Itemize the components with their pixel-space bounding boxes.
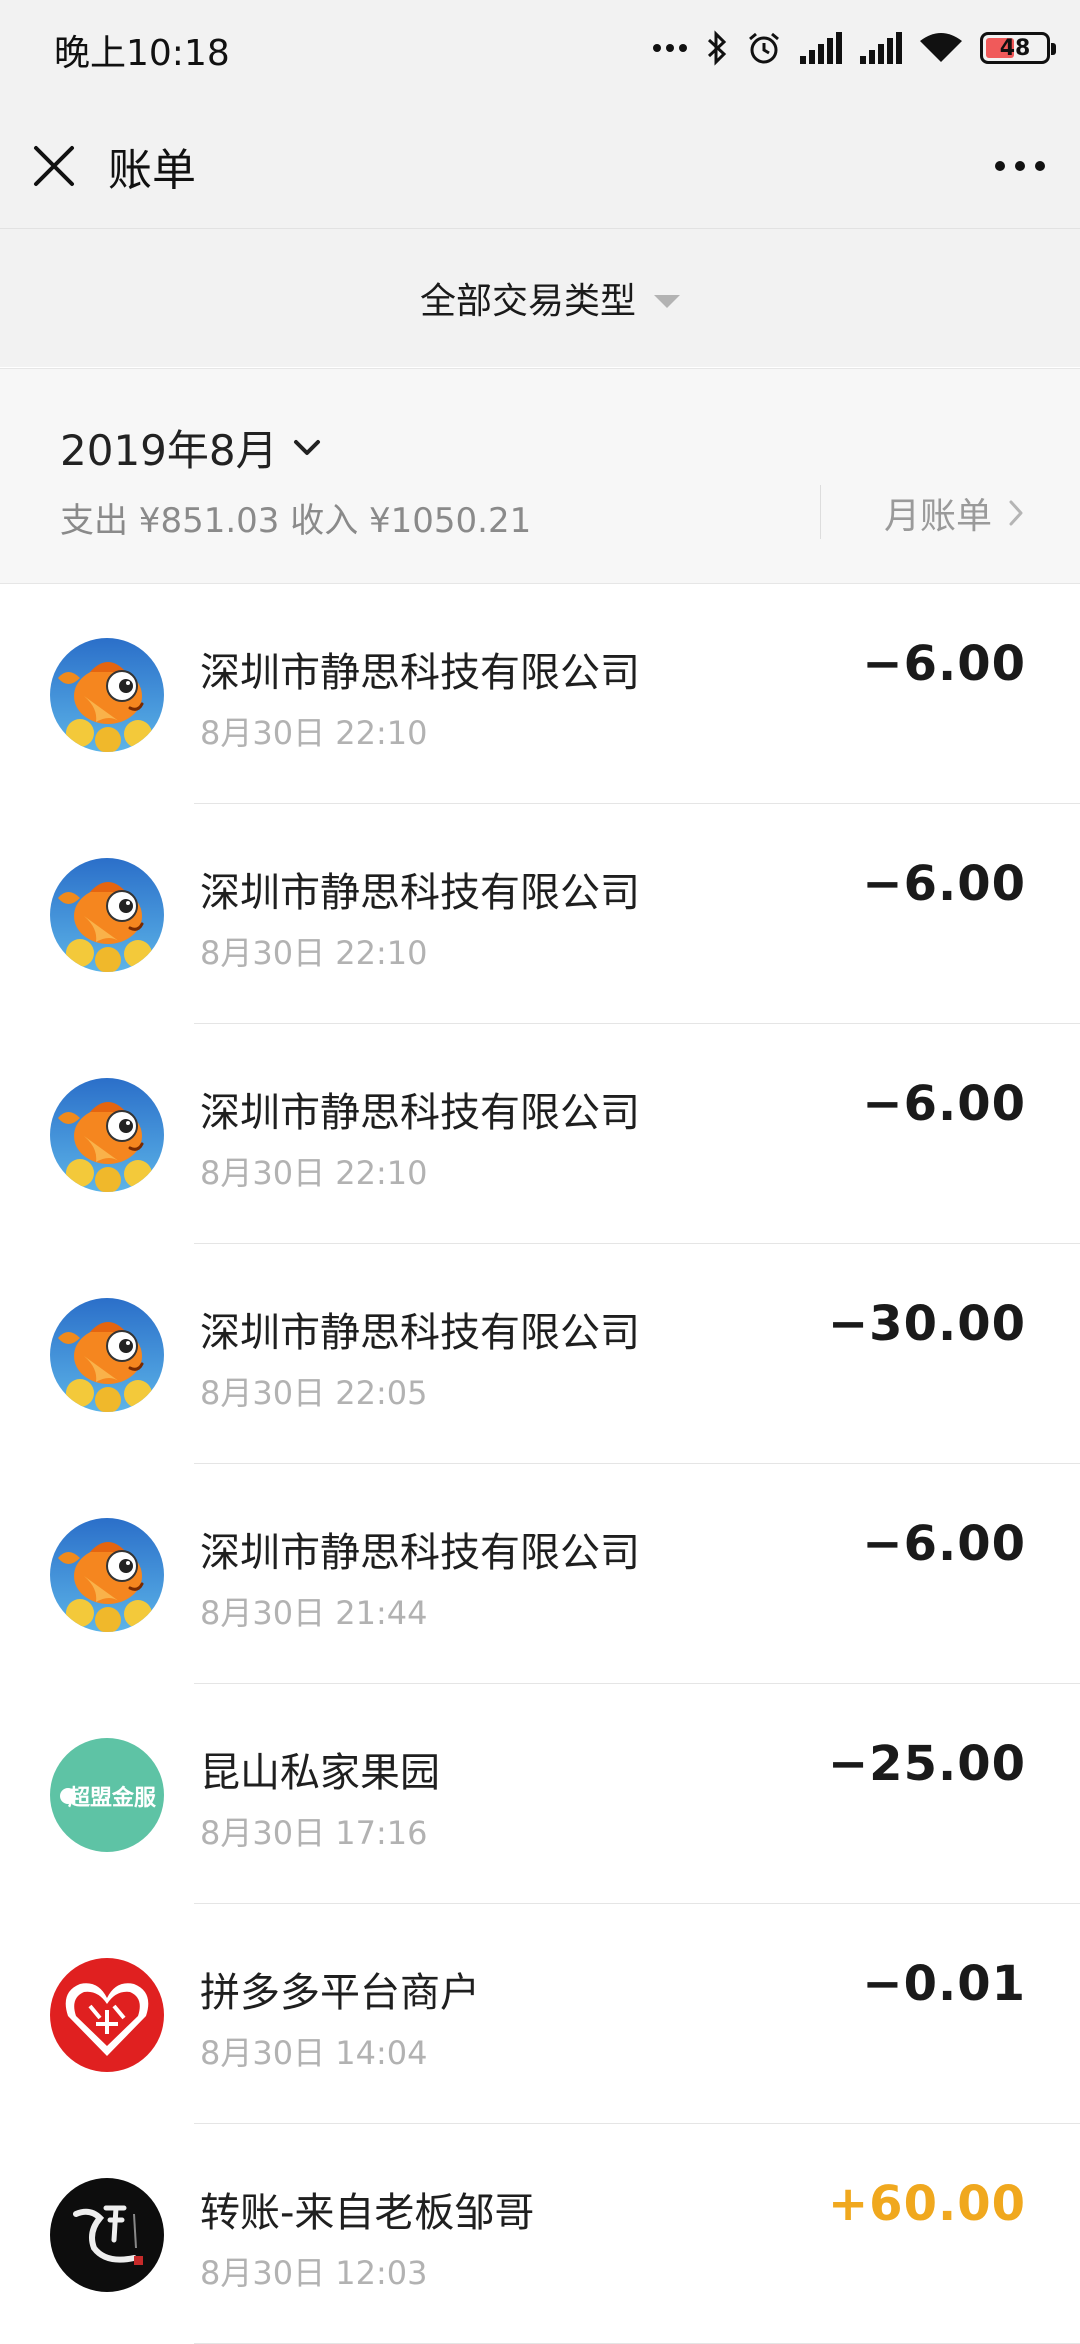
fish-app-logo	[50, 638, 164, 752]
transaction-row[interactable]: 深圳市静思科技有限公司 8月30日 21:44 −6.00	[0, 1464, 1080, 1684]
fish-app-logo	[50, 1078, 164, 1192]
battery-icon: 48	[980, 32, 1056, 64]
transaction-row[interactable]: 拼多多平台商户 8月30日 14:04 −0.01	[0, 1904, 1080, 2124]
transaction-merchant: 深圳市静思科技有限公司	[200, 650, 640, 696]
transaction-time: 8月30日 22:05	[200, 1374, 428, 1412]
transaction-time: 8月30日 22:10	[200, 1154, 428, 1192]
month-header: 2019年8月 支出 ¥851.03 收入 ¥1050.21 月账单	[0, 368, 1080, 584]
status-time: 晚上10:18	[54, 33, 230, 74]
green-circle-logo: 超盟金服	[50, 1738, 164, 1852]
transaction-amount: −6.00	[862, 856, 1026, 912]
transaction-time: 8月30日 17:16	[200, 1814, 428, 1852]
transaction-type-filter[interactable]: 全部交易类型	[0, 229, 1080, 367]
fish-app-logo	[50, 858, 164, 972]
month-summary: 支出 ¥851.03 收入 ¥1050.21	[60, 501, 532, 541]
transaction-merchant: 转账-来自老板邹哥	[200, 2190, 535, 2236]
transaction-merchant: 深圳市静思科技有限公司	[200, 1530, 640, 1576]
more-icon[interactable]	[990, 146, 1050, 186]
fish-app-logo	[50, 1518, 164, 1632]
page-title: 账单	[108, 145, 196, 196]
close-icon[interactable]	[28, 140, 80, 192]
transaction-row[interactable]: 深圳市静思科技有限公司 8月30日 22:05 −30.00	[0, 1244, 1080, 1464]
transaction-amount: −6.00	[862, 1516, 1026, 1572]
alarm-icon	[749, 32, 779, 64]
status-icons: 48	[652, 26, 1056, 70]
transaction-amount: −6.00	[862, 1076, 1026, 1132]
calligraphy-avatar	[50, 2178, 164, 2292]
transaction-row[interactable]: 深圳市静思科技有限公司 8月30日 22:10 −6.00	[0, 584, 1080, 804]
signal-icon	[860, 32, 902, 64]
transaction-amount: −6.00	[862, 636, 1026, 692]
month-picker[interactable]: 2019年8月	[60, 417, 322, 478]
transaction-row[interactable]: 深圳市静思科技有限公司 8月30日 22:10 −6.00	[0, 804, 1080, 1024]
transaction-merchant: 深圳市静思科技有限公司	[200, 1090, 640, 1136]
caret-down-icon	[654, 294, 680, 308]
pinduoduo-logo	[50, 1958, 164, 2072]
wifi-icon	[920, 33, 962, 62]
transaction-row[interactable]: 深圳市静思科技有限公司 8月30日 22:10 −6.00	[0, 1024, 1080, 1244]
nav-bar: 账单	[0, 100, 1080, 229]
monthly-bill-label: 月账单	[884, 496, 993, 537]
transaction-amount: −0.01	[862, 1956, 1026, 2012]
chevron-right-icon	[1009, 500, 1023, 526]
transaction-amount: −25.00	[827, 1736, 1026, 1792]
transaction-time: 8月30日 12:03	[200, 2254, 428, 2292]
filter-dropdown[interactable]: 全部交易类型	[420, 272, 680, 324]
transaction-row[interactable]: 转账-来自老板邹哥 8月30日 12:03 +60.00	[0, 2124, 1080, 2344]
month-title: 2019年8月	[60, 426, 278, 475]
transaction-time: 8月30日 22:10	[200, 934, 428, 972]
fish-app-logo	[50, 1298, 164, 1412]
transaction-merchant: 昆山私家果园	[200, 1750, 440, 1796]
signal-icon	[800, 32, 842, 64]
bluetooth-icon	[707, 30, 727, 66]
transaction-time: 8月30日 14:04	[200, 2034, 428, 2072]
filter-label: 全部交易类型	[419, 281, 636, 322]
transaction-merchant: 深圳市静思科技有限公司	[200, 1310, 640, 1356]
battery-level: 48	[999, 35, 1031, 61]
divider	[820, 485, 821, 539]
more-dots-icon	[653, 44, 687, 52]
transaction-merchant: 深圳市静思科技有限公司	[200, 870, 640, 916]
transaction-list: 深圳市静思科技有限公司 8月30日 22:10 −6.00 深圳市静思科技有限公司 8月…	[0, 584, 1080, 2344]
transaction-amount: −30.00	[827, 1296, 1026, 1352]
transaction-amount: +60.00	[827, 2176, 1026, 2232]
monthly-bill-link[interactable]: 月账单	[884, 487, 1024, 539]
transaction-time: 8月30日 21:44	[200, 1594, 428, 1632]
svg-text:超盟金服: 超盟金服	[68, 1785, 157, 1811]
transaction-row[interactable]: 超盟金服 昆山私家果园 8月30日 17:16 −25.00	[0, 1684, 1080, 1904]
transaction-time: 8月30日 22:10	[200, 714, 428, 752]
transaction-merchant: 拼多多平台商户	[200, 1970, 480, 2016]
chevron-down-icon	[293, 439, 320, 455]
status-bar: 晚上10:18 48	[0, 0, 1080, 100]
